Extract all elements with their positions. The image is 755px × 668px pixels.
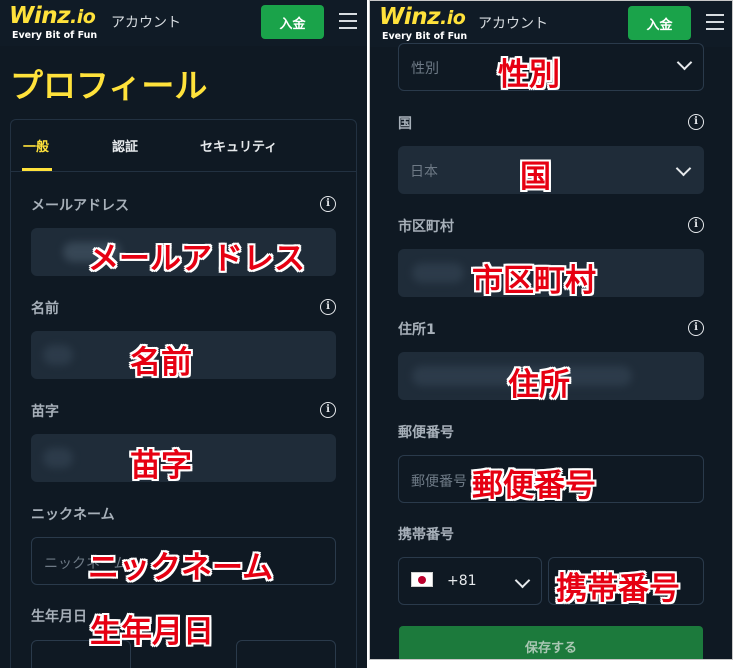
annotation-last-name: 苗字: [130, 448, 192, 484]
header: Winz.io Every Bit of Fun アカウント 入金: [0, 0, 367, 46]
logo-tagline: Every Bit of Fun: [382, 31, 468, 42]
country-label: 国: [398, 116, 412, 132]
page-title: プロフィール: [10, 66, 208, 105]
address-label: 住所1: [398, 322, 436, 338]
info-icon[interactable]: i: [320, 196, 336, 212]
redacted-value: [412, 263, 464, 283]
redacted-value: [43, 448, 73, 468]
menu-icon[interactable]: [706, 14, 724, 30]
birth-day-select[interactable]: [236, 640, 336, 668]
birthdate-label: 生年月日: [31, 609, 87, 625]
annotation-address: 住所: [508, 367, 570, 403]
annotation-email: メールアドレス: [88, 241, 305, 277]
deposit-button[interactable]: 入金: [261, 5, 324, 39]
info-icon[interactable]: i: [320, 402, 336, 418]
logo-suffix: .io: [70, 6, 96, 28]
phone-label: 携帯番号: [398, 527, 454, 543]
account-link[interactable]: アカウント: [478, 13, 548, 33]
country-select[interactable]: 日本: [398, 146, 704, 194]
tab-verification[interactable]: 認証: [112, 136, 138, 155]
redacted-value: [43, 345, 73, 365]
logo-wordmark: Winz: [379, 4, 441, 30]
nickname-label: ニックネーム: [31, 507, 115, 523]
info-icon[interactable]: i: [320, 299, 336, 315]
logo[interactable]: Winz.io Every Bit of Fun: [9, 3, 97, 41]
info-icon[interactable]: i: [688, 320, 704, 336]
logo-tagline: Every Bit of Fun: [12, 30, 98, 41]
city-label: 市区町村: [398, 219, 454, 235]
annotation-phone: 携帯番号: [556, 571, 680, 607]
chevron-down-icon: [675, 160, 692, 177]
logo-suffix: .io: [440, 7, 466, 29]
last-name-label: 苗字: [31, 404, 59, 420]
postal-label: 郵便番号: [398, 425, 454, 441]
account-link[interactable]: アカウント: [111, 12, 181, 32]
email-label: メールアドレス: [31, 198, 129, 214]
logo[interactable]: Winz.io Every Bit of Fun: [379, 4, 467, 42]
right-screen: Winz.io Every Bit of Fun アカウント 入金 性別 国 i…: [369, 0, 733, 660]
chevron-down-icon: [514, 572, 531, 589]
active-tab-indicator: [22, 168, 52, 171]
first-name-label: 名前: [31, 301, 59, 317]
tab-bar: 一般 認証 セキュリティ: [11, 120, 356, 172]
annotation-birthdate: 生年月日: [90, 614, 214, 650]
annotation-postal: 郵便番号: [472, 468, 596, 504]
info-icon[interactable]: i: [688, 217, 704, 233]
annotation-city: 市区町村: [472, 263, 596, 299]
save-button[interactable]: 保存する: [399, 626, 703, 659]
chevron-down-icon: [676, 54, 693, 71]
phone-code: +81: [447, 573, 477, 589]
japan-flag-icon: [411, 572, 433, 587]
logo-wordmark: Winz: [9, 3, 71, 29]
postal-placeholder: 郵便番号: [411, 474, 467, 490]
tab-general[interactable]: 一般: [23, 136, 49, 155]
deposit-button[interactable]: 入金: [628, 6, 691, 40]
annotation-country: 国: [520, 159, 551, 195]
header: Winz.io Every Bit of Fun アカウント 入金: [370, 1, 732, 47]
annotation-nickname: ニックネーム: [88, 550, 274, 586]
left-screen: Winz.io Every Bit of Fun アカウント 入金 プロフィール…: [0, 0, 367, 668]
annotation-first-name: 名前: [130, 345, 192, 381]
info-icon[interactable]: i: [688, 114, 704, 130]
gender-placeholder: 性別: [411, 61, 439, 77]
phone-country-select[interactable]: +81: [398, 557, 542, 605]
menu-icon[interactable]: [339, 13, 357, 29]
annotation-gender: 性別: [498, 57, 560, 93]
country-value: 日本: [410, 164, 438, 180]
tab-security[interactable]: セキュリティ: [200, 136, 277, 155]
